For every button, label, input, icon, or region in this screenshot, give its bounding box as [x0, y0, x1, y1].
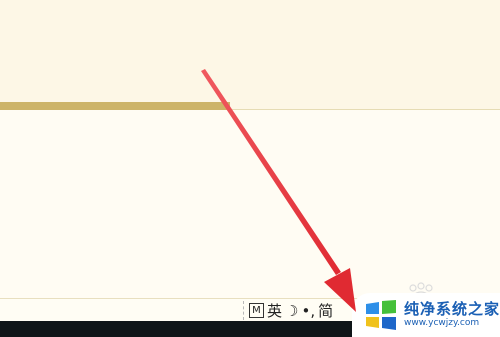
content-area: [0, 110, 500, 298]
ime-language-toggle[interactable]: 英: [267, 300, 282, 321]
ime-toolbar[interactable]: M 英 ☽ •, 简: [243, 301, 333, 320]
active-tab-underline: [0, 102, 230, 110]
ime-mode-button[interactable]: M: [249, 303, 264, 318]
windows-logo-icon: [366, 300, 396, 330]
watermark-title: 纯净系统之家: [404, 300, 500, 318]
watermark-badge: 纯净系统之家 www.ycwjzy.com: [352, 293, 500, 337]
ime-script-toggle[interactable]: 简: [318, 300, 333, 321]
top-panel: [0, 0, 500, 110]
watermark-url: www.ycwjzy.com: [404, 318, 480, 328]
ime-width-toggle[interactable]: ☽: [285, 302, 298, 320]
ime-punctuation-toggle[interactable]: •,: [301, 302, 315, 320]
